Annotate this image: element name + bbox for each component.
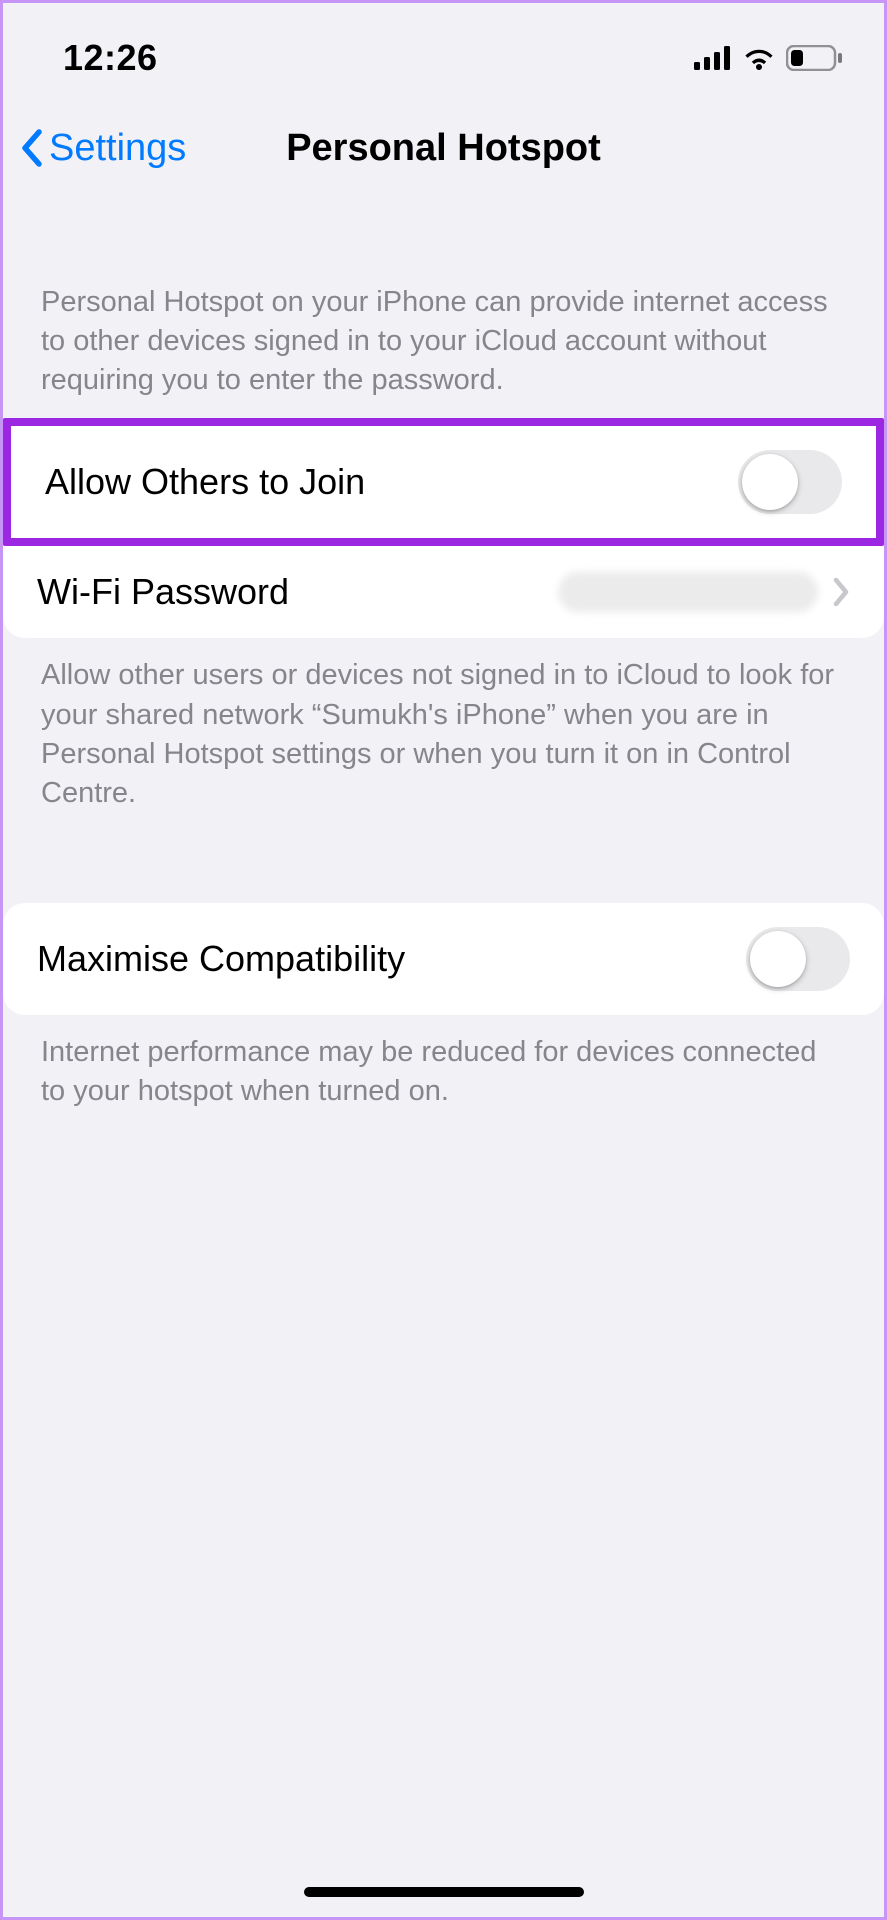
status-bar: 12:26: [3, 3, 884, 103]
maximise-compatibility-toggle[interactable]: [746, 927, 850, 991]
navigation-bar: Settings Personal Hotspot: [3, 103, 884, 193]
page-title: Personal Hotspot: [286, 127, 601, 170]
wifi-password-value-blurred: [558, 572, 818, 612]
chevron-left-icon: [19, 128, 43, 168]
wifi-password-cell[interactable]: Wi-Fi Password: [3, 546, 884, 638]
highlight-annotation: Allow Others to Join: [3, 418, 884, 546]
wifi-icon: [742, 46, 776, 70]
section-header-text: Personal Hotspot on your iPhone can prov…: [3, 193, 884, 418]
section-footer-text: Allow other users or devices not signed …: [3, 638, 884, 813]
allow-others-label: Allow Others to Join: [45, 461, 365, 503]
maximise-compatibility-label: Maximise Compatibility: [37, 938, 405, 980]
back-label: Settings: [49, 127, 186, 170]
status-time: 12:26: [63, 37, 158, 79]
cellular-signal-icon: [694, 46, 732, 70]
allow-others-toggle[interactable]: [738, 450, 842, 514]
allow-others-to-join-cell[interactable]: Allow Others to Join: [11, 426, 876, 538]
home-indicator[interactable]: [304, 1887, 584, 1897]
maximise-compatibility-cell[interactable]: Maximise Compatibility: [3, 903, 884, 1015]
chevron-right-icon: [832, 577, 850, 607]
wifi-password-label: Wi-Fi Password: [37, 571, 289, 613]
back-button[interactable]: Settings: [19, 127, 186, 170]
toggle-knob: [750, 931, 806, 987]
battery-icon: [786, 45, 844, 71]
status-icons: [694, 45, 844, 71]
toggle-knob: [742, 454, 798, 510]
section2-footer-text: Internet performance may be reduced for …: [3, 1015, 884, 1111]
